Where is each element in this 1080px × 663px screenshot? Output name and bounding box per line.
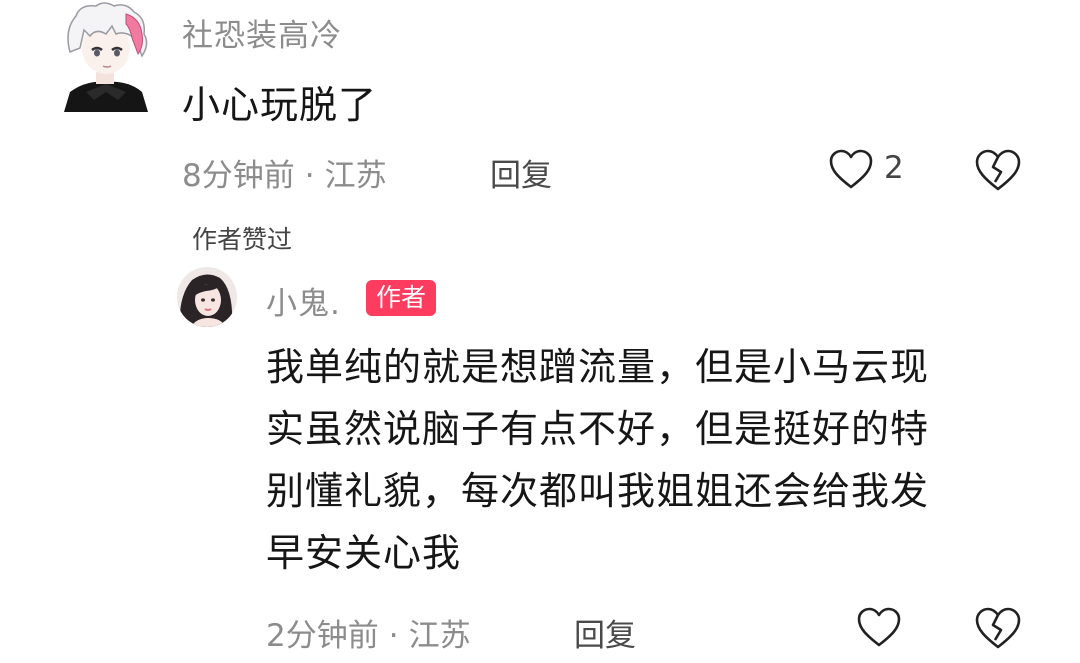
reply-text-line: 早安关心我 xyxy=(266,531,462,575)
replier-avatar[interactable] xyxy=(176,266,238,328)
reply-location: 江苏 xyxy=(408,618,471,654)
comment-text: 小心玩脱了 xyxy=(182,83,378,127)
replier-username[interactable]: 小鬼. xyxy=(266,278,341,323)
author-liked-label: 作者赞过 xyxy=(192,225,293,254)
comment-location: 江苏 xyxy=(324,158,387,194)
reply-button[interactable]: 回复 xyxy=(490,150,552,195)
girl-avatar-icon xyxy=(177,267,237,327)
comment-meta: 8分钟前 · 江苏 xyxy=(182,150,387,195)
author-badge: 作者 xyxy=(366,280,437,316)
comment-time: 8分钟前 xyxy=(182,158,295,194)
anime-boy-avatar-icon xyxy=(64,2,148,112)
meta-separator: · xyxy=(304,158,315,194)
broken-heart-icon[interactable] xyxy=(974,606,1022,650)
broken-heart-icon[interactable] xyxy=(974,148,1022,192)
commenter-avatar[interactable] xyxy=(56,0,156,112)
reply-text-line: 我单纯的就是想蹭流量，但是小马云现 xyxy=(266,345,930,389)
reply-time: 2分钟前 xyxy=(266,618,379,654)
reply-text: 我单纯的就是想蹭流量，但是小马云现 实虽然说脑子有点不好，但是挺好的特 别懂礼貌… xyxy=(266,336,1046,584)
reply-text-line: 别懂礼貌，每次都叫我姐姐还会给我发 xyxy=(266,469,930,513)
commenter-username[interactable]: 社恐装高冷 xyxy=(182,10,342,55)
meta-separator: · xyxy=(388,618,399,654)
reply-text-line: 实虽然说脑子有点不好，但是挺好的特 xyxy=(266,407,930,451)
heart-outline-icon[interactable] xyxy=(856,606,902,648)
reply-meta: 2分钟前 · 江苏 xyxy=(266,610,471,655)
heart-outline-icon[interactable] xyxy=(828,148,874,190)
reply-button[interactable]: 回复 xyxy=(574,610,636,655)
like-count: 2 xyxy=(884,150,904,186)
